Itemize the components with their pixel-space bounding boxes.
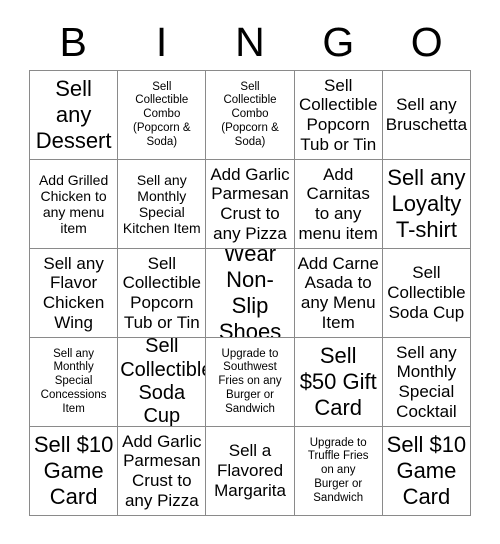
bingo-cell-text: Sell any Monthly Special Cocktail (396, 342, 457, 421)
bingo-cell[interactable]: Sell any Flavor Chicken Wing (30, 249, 119, 338)
bingo-cell-text: Sell $50 Gift Card (299, 343, 377, 420)
bingo-cell[interactable]: Sell Collectible Combo (Popcorn & Soda) (206, 71, 295, 160)
bingo-cell-text: Sell any Dessert (35, 76, 112, 153)
bingo-header-letter-b: B (59, 18, 87, 65)
bingo-cell[interactable]: Sell any Bruschetta (382, 71, 472, 160)
bingo-cell-text: Sell any Flavor Chicken Wing (42, 253, 105, 332)
bingo-cell[interactable]: Sell $50 Gift Card (294, 338, 383, 427)
bingo-cell[interactable]: Add Grilled Chicken to any menu item (30, 160, 119, 249)
bingo-cell-text: Add Garlic Parmesan Crust to any Pizza (210, 164, 290, 243)
bingo-cell[interactable]: Upgrade to Truffle Fries on any Burger o… (294, 427, 383, 516)
bingo-cell-text: Sell $10 Game Card (386, 432, 467, 509)
bingo-cell[interactable]: Sell Collectible Soda Cup (382, 249, 472, 338)
bingo-cell-text: Wear Non-Slip Shoes (218, 249, 282, 338)
bingo-cell[interactable]: Sell any Loyalty T-shirt (382, 160, 472, 249)
bingo-cell[interactable]: Upgrade to Southwest Fries on any Burger… (206, 338, 295, 427)
bingo-header: B I N G O (29, 14, 471, 70)
bingo-cell[interactable]: Sell any Dessert (30, 71, 119, 160)
bingo-cell-text: Sell any Bruschetta (385, 95, 468, 134)
bingo-cell-text: Sell $10 Game Card (33, 432, 114, 509)
bingo-cell[interactable]: Add Carnitas to any menu item (294, 160, 383, 249)
bingo-grid: Sell any Dessert Sell Collectible Combo … (29, 70, 472, 516)
bingo-cell-text: Sell a Flavored Margarita (214, 441, 286, 500)
bingo-cell[interactable]: Sell Collectible Popcorn Tub or Tin (294, 71, 383, 160)
bingo-cell[interactable]: Sell $10 Game Card (382, 427, 472, 516)
bingo-header-letter-o: O (410, 18, 443, 65)
bingo-cell[interactable]: Wear Non-Slip Shoes (206, 249, 295, 338)
bingo-cell[interactable]: Sell a Flavored Margarita (206, 427, 295, 516)
bingo-cell[interactable]: Sell $10 Game Card (30, 427, 119, 516)
bingo-cell[interactable]: Add Garlic Parmesan Crust to any Pizza (206, 160, 295, 249)
bingo-cell-text: Upgrade to Southwest Fries on any Burger… (218, 347, 282, 415)
bingo-cell-text: Add Carne Asada to any Menu Item (297, 253, 379, 332)
bingo-cell[interactable]: Sell any Monthly Special Cocktail (382, 338, 472, 427)
bingo-cell-text: Upgrade to Truffle Fries on any Burger o… (307, 436, 369, 504)
bingo-cell[interactable]: Add Carne Asada to any Menu Item (294, 249, 383, 338)
bingo-cell-text: Sell Collectible Soda Cup (120, 338, 207, 427)
bingo-card: B I N G O Sell any Dessert Sell Collecti… (29, 14, 472, 516)
bingo-cell[interactable]: Sell Collectible Popcorn Tub or Tin (118, 249, 207, 338)
bingo-row: Sell any Flavor Chicken Wing Sell Collec… (30, 249, 472, 338)
bingo-cell-text: Add Garlic Parmesan Crust to any Pizza (122, 431, 202, 510)
bingo-cell-text: Sell any Loyalty T-shirt (387, 165, 466, 242)
bingo-cell-text: Add Grilled Chicken to any menu item (38, 171, 109, 237)
bingo-cell-text: Sell Collectible Popcorn Tub or Tin (122, 253, 202, 332)
bingo-cell[interactable]: Sell Collectible Soda Cup (118, 338, 207, 427)
bingo-cell[interactable]: Sell any Monthly Special Kitchen Item (118, 160, 207, 249)
bingo-cell-text: Sell Collectible Combo (Popcorn & Soda) (221, 80, 279, 148)
bingo-cell-text: Sell Collectible Soda Cup (387, 263, 466, 322)
bingo-row: Add Grilled Chicken to any menu item Sel… (30, 160, 472, 249)
bingo-row: Sell any Dessert Sell Collectible Combo … (30, 71, 472, 160)
bingo-cell-text: Sell Collectible Popcorn Tub or Tin (298, 75, 378, 154)
bingo-cell-text: Sell Collectible Combo (Popcorn & Soda) (133, 80, 191, 148)
bingo-header-letter-n: N (235, 18, 265, 65)
bingo-cell-text: Add Carnitas to any menu item (298, 164, 378, 243)
bingo-row: Sell $10 Game Card Add Garlic Parmesan C… (30, 427, 472, 516)
bingo-cell[interactable]: Sell Collectible Combo (Popcorn & Soda) (118, 71, 207, 160)
bingo-row: Sell any Monthly Special Concessions Ite… (30, 338, 472, 427)
bingo-cell-text: Sell any Monthly Special Concessions Ite… (40, 347, 107, 415)
bingo-cell[interactable]: Add Garlic Parmesan Crust to any Pizza (118, 427, 207, 516)
bingo-cell-text: Sell any Monthly Special Kitchen Item (122, 171, 201, 237)
bingo-header-letter-i: I (155, 18, 168, 65)
bingo-header-letter-g: G (322, 18, 355, 65)
bingo-cell[interactable]: Sell any Monthly Special Concessions Ite… (30, 338, 119, 427)
